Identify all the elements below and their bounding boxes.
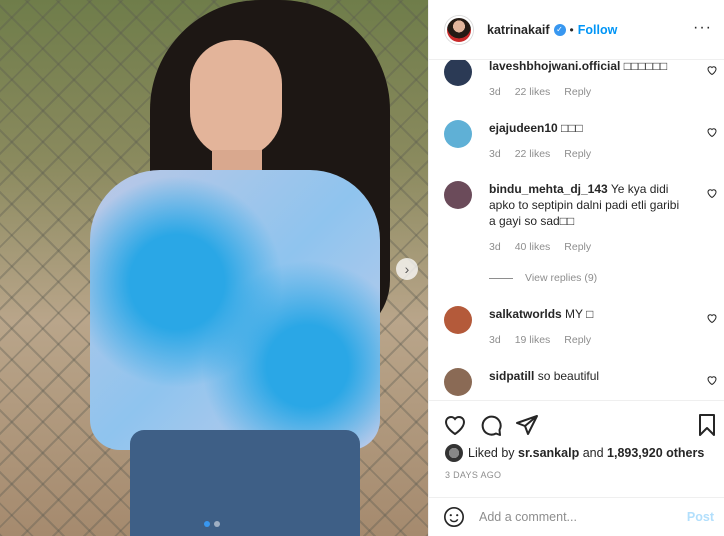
carousel-dot-active — [204, 521, 210, 527]
comment-body: salkatworlds MY □ 3d 19 likes Reply — [489, 306, 684, 348]
commenter-avatar[interactable] — [444, 120, 472, 148]
view-replies-label: View replies (9) — [525, 272, 598, 284]
carousel-dots — [204, 521, 220, 527]
post-header: katrinakaif ✓ • Follow ··· — [429, 0, 724, 60]
post-side-panel: katrinakaif ✓ • Follow ··· laveshbhojwan… — [428, 0, 724, 536]
like-comment-heart-icon[interactable] — [706, 187, 718, 199]
commenter-username[interactable]: salkatworlds — [489, 307, 562, 321]
photo-sweater — [90, 170, 380, 450]
like-comment-heart-icon[interactable] — [706, 312, 718, 324]
comment-meta: 3d 40 likes Reply — [489, 239, 684, 255]
add-comment-input[interactable]: Add a comment... — [479, 510, 687, 524]
commenter-avatar[interactable] — [444, 60, 472, 86]
next-photo-button[interactable]: › — [396, 258, 418, 280]
comment-text: MY □ — [565, 307, 594, 321]
commenter-username[interactable]: laveshbhojwani.official — [489, 60, 620, 73]
save-bookmark-icon[interactable] — [695, 413, 719, 437]
commenter-username[interactable]: ejajudeen10 — [489, 121, 558, 135]
commenter-avatar[interactable] — [444, 368, 472, 396]
view-replies-button[interactable]: View replies (9) — [489, 272, 597, 284]
more-options-icon[interactable]: ··· — [693, 20, 712, 36]
comment-meta: 3d 22 likes Reply — [489, 84, 684, 100]
post-photo[interactable]: › — [0, 0, 428, 536]
liker-username[interactable]: sr.sankalp — [518, 446, 579, 460]
comment-body: sidpatill so beautiful — [489, 368, 684, 384]
add-comment-bar: Add a comment... Post — [429, 497, 724, 536]
comment-body: laveshbhojwani.official □□□□□□ 3d 22 like… — [489, 60, 684, 100]
commenter-avatar[interactable] — [444, 306, 472, 334]
view-replies-line — [489, 277, 513, 279]
carousel-dot — [214, 521, 220, 527]
comment-reply-button[interactable]: Reply — [564, 148, 591, 160]
photo-face — [190, 40, 282, 158]
emoji-icon[interactable] — [443, 506, 465, 528]
post-comment-button[interactable]: Post — [687, 510, 714, 524]
commenter-username[interactable]: sidpatill — [489, 369, 534, 383]
comment-reply-button[interactable]: Reply — [564, 334, 591, 346]
author-username[interactable]: katrinakaif — [487, 23, 550, 37]
author-avatar[interactable] — [445, 15, 473, 44]
like-comment-heart-icon[interactable] — [706, 126, 718, 138]
comment-text: □□□ — [561, 121, 583, 135]
comment-likes[interactable]: 22 likes — [515, 86, 551, 98]
comment-reply-button[interactable]: Reply — [564, 241, 591, 253]
comment-text: □□□□□□ — [623, 60, 668, 73]
verified-badge-icon: ✓ — [553, 23, 566, 36]
header-separator: • — [569, 22, 574, 37]
follow-button[interactable]: Follow — [578, 23, 618, 37]
share-paper-plane-icon[interactable] — [515, 413, 539, 437]
photo-jeans — [130, 430, 360, 536]
commenter-username[interactable]: bindu_mehta_dj_143 — [489, 182, 608, 196]
comments-list[interactable]: laveshbhojwani.official □□□□□□ 3d 22 like… — [429, 60, 724, 400]
post-actions-bar — [429, 400, 724, 444]
like-comment-heart-icon[interactable] — [706, 374, 718, 386]
comment-body: ejajudeen10 □□□ 3d 22 likes Reply — [489, 120, 684, 162]
post-timestamp[interactable]: 3 DAYS AGO — [445, 470, 501, 480]
likes-prefix: Liked by — [468, 446, 515, 460]
comment-age: 3d — [489, 148, 501, 160]
comment-meta: 3d 19 likes Reply — [489, 332, 684, 348]
comment-text: so beautiful — [537, 369, 600, 383]
comment-likes[interactable]: 19 likes — [515, 334, 551, 346]
commenter-avatar[interactable] — [444, 181, 472, 209]
comment-age: 3d — [489, 241, 501, 253]
likes-conjunction: and — [582, 446, 604, 460]
comment-likes[interactable]: 22 likes — [515, 148, 551, 160]
comment-body: bindu_mehta_dj_143 Ye kya didi apko to s… — [489, 181, 684, 255]
like-heart-icon[interactable] — [443, 413, 467, 437]
likes-count[interactable]: 1,893,920 others — [607, 446, 704, 460]
likes-summary: Liked by sr.sankalp and 1,893,920 others — [445, 444, 704, 462]
comment-reply-button[interactable]: Reply — [564, 86, 591, 98]
comment-age: 3d — [489, 334, 501, 346]
comment-meta: 3d 22 likes Reply — [489, 146, 684, 162]
comment-likes[interactable]: 40 likes — [515, 241, 551, 253]
like-comment-heart-icon[interactable] — [706, 64, 718, 76]
comment-bubble-icon[interactable] — [479, 413, 503, 437]
liker-avatar[interactable] — [445, 444, 463, 462]
comment-age: 3d — [489, 86, 501, 98]
